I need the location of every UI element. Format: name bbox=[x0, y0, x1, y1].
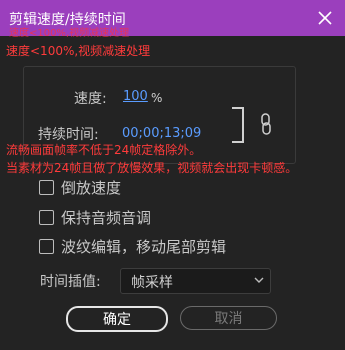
checkbox-box[interactable] bbox=[39, 239, 54, 254]
close-icon bbox=[318, 11, 332, 25]
speed-annotation: 速度<100%,视频减速处理 bbox=[6, 44, 151, 58]
link-bracket bbox=[232, 107, 244, 143]
speed-duration-dialog: 剪辑速度/持续时间 速度<100%,视频减速处理 速度<100%,视频减速处理 … bbox=[0, 0, 345, 350]
warning-annotation: 当素材为24帧且做了放慢效果，视频就会出现卡顿感。 bbox=[6, 161, 298, 175]
speed-label: 速度: bbox=[74, 91, 107, 107]
speed-value[interactable]: 100 bbox=[123, 89, 148, 104]
chevron-down-icon bbox=[254, 277, 264, 283]
chain-link-icon[interactable] bbox=[259, 113, 273, 135]
cancel-button[interactable]: 取消 bbox=[180, 306, 277, 330]
framerate-annotation: 流畅画面帧率不低于24帧定格除外。 bbox=[6, 143, 202, 157]
faint-annotation: 速度<100%,视频减速处理 bbox=[9, 28, 130, 39]
title-bar[interactable]: 剪辑速度/持续时间 速度<100%,视频减速处理 bbox=[0, 0, 345, 39]
time-interpolation-select[interactable]: 帧采样 bbox=[120, 268, 271, 294]
checkbox-box[interactable] bbox=[39, 210, 54, 225]
checkbox-label: 波纹编辑，移动尾部剪辑 bbox=[61, 238, 227, 256]
ok-button[interactable]: 确定 bbox=[66, 306, 168, 332]
close-button[interactable] bbox=[313, 6, 337, 30]
duration-value[interactable]: 00;00;13;09 bbox=[122, 126, 201, 141]
checkbox-label: 保持音频音调 bbox=[61, 209, 152, 227]
speed-unit: % bbox=[151, 91, 163, 105]
checkbox-box[interactable] bbox=[39, 180, 54, 195]
checkbox-label: 倒放速度 bbox=[61, 179, 122, 197]
time-interpolation-label: 时间插值: bbox=[40, 274, 101, 290]
select-value: 帧采样 bbox=[131, 275, 173, 291]
